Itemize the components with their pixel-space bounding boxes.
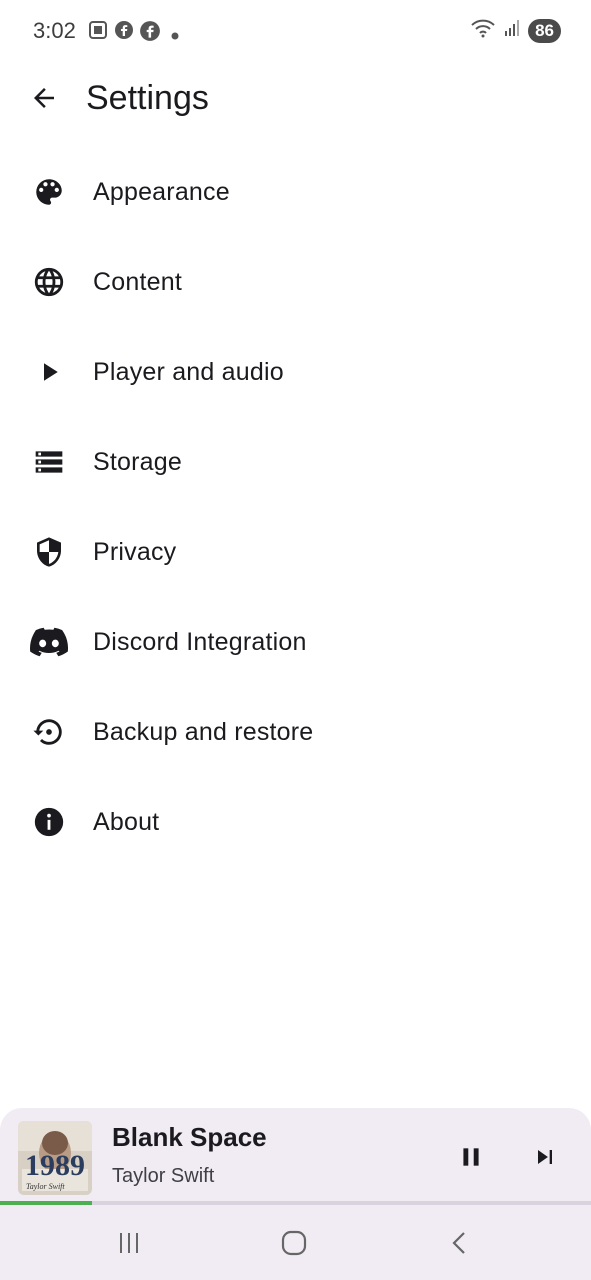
- recent-apps-icon: [120, 1233, 138, 1253]
- shield-icon: [29, 532, 69, 572]
- setting-appearance[interactable]: Appearance: [0, 147, 591, 237]
- status-time: 3:02: [33, 18, 76, 43]
- setting-label: About: [93, 807, 160, 836]
- setting-privacy[interactable]: Privacy: [0, 507, 591, 597]
- home-icon: [281, 1230, 307, 1256]
- recent-apps-button[interactable]: [109, 1225, 149, 1261]
- setting-content[interactable]: Content: [0, 237, 591, 327]
- pause-button[interactable]: [450, 1136, 492, 1178]
- info-icon: [29, 802, 69, 842]
- album-art-caption: Taylor Swift: [26, 1182, 65, 1191]
- pause-icon: [463, 1148, 479, 1166]
- settings-list: Appearance Content Player and audio Stor…: [0, 147, 591, 867]
- setting-player-and-audio[interactable]: Player and audio: [0, 327, 591, 417]
- setting-label: Privacy: [93, 537, 177, 566]
- skip-next-icon: [538, 1150, 552, 1164]
- facebook-icon: [114, 20, 134, 45]
- discord-icon: [29, 622, 69, 662]
- setting-about[interactable]: About: [0, 777, 591, 867]
- skip-next-button[interactable]: [524, 1136, 566, 1178]
- track-artist: Taylor Swift: [112, 1165, 215, 1187]
- setting-label: Player and audio: [93, 357, 284, 386]
- restore-icon: [29, 712, 69, 752]
- track-title: Blank Space: [112, 1122, 267, 1152]
- notification-dot-icon: [171, 27, 179, 45]
- page-title: Settings: [86, 79, 209, 117]
- palette-icon: [29, 172, 69, 212]
- system-nav-bar: [0, 1205, 591, 1280]
- status-bar: 3:02 86: [0, 0, 591, 62]
- home-button[interactable]: [274, 1225, 314, 1261]
- play-icon: [29, 352, 69, 392]
- setting-storage[interactable]: Storage: [0, 417, 591, 507]
- setting-label: Discord Integration: [93, 627, 307, 656]
- globe-icon: [29, 262, 69, 302]
- screenshot-icon: [88, 20, 108, 45]
- setting-backup-and-restore[interactable]: Backup and restore: [0, 687, 591, 777]
- album-art-number: 1989: [25, 1149, 85, 1182]
- signal-icon: [504, 19, 520, 42]
- chevron-left-icon: [452, 1232, 465, 1254]
- system-back-button[interactable]: [440, 1225, 480, 1261]
- setting-label: Appearance: [93, 177, 230, 206]
- back-button[interactable]: [22, 76, 66, 120]
- wifi-icon: [470, 18, 496, 43]
- battery-indicator: 86: [528, 18, 561, 43]
- setting-label: Backup and restore: [93, 717, 314, 746]
- arrow-back-icon: [34, 88, 54, 108]
- screen: 3:02 86 Settings Appearance Content Play…: [0, 0, 591, 1280]
- facebook-icon: [139, 20, 161, 47]
- status-right: 86: [470, 18, 561, 43]
- setting-label: Content: [93, 267, 182, 296]
- app-bar: Settings: [0, 62, 591, 136]
- setting-label: Storage: [93, 447, 182, 476]
- setting-discord-integration[interactable]: Discord Integration: [0, 597, 591, 687]
- album-art[interactable]: 1989 Taylor Swift: [18, 1121, 92, 1195]
- mini-player[interactable]: 1989 Taylor Swift Blank Space Taylor Swi…: [0, 1108, 591, 1205]
- storage-icon: [29, 442, 69, 482]
